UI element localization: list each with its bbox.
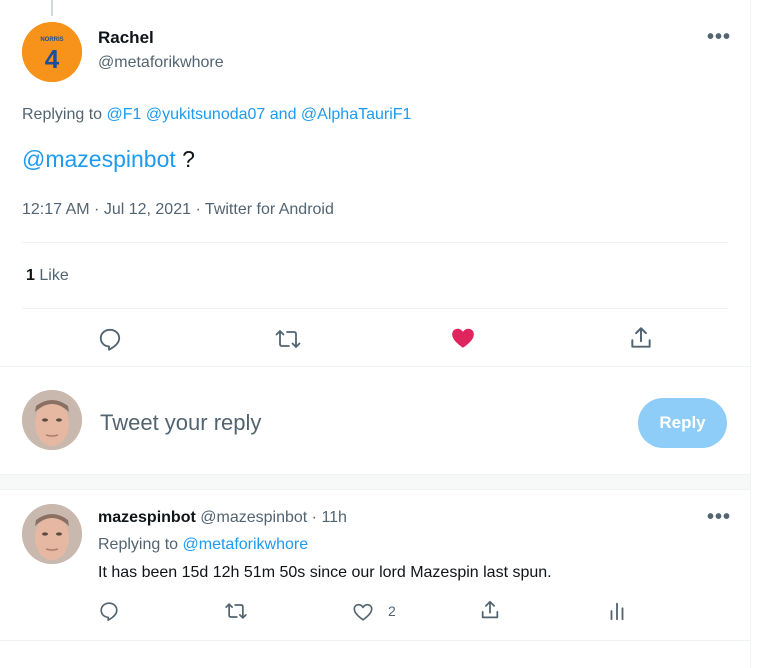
avatar[interactable]: [22, 504, 82, 564]
display-name[interactable]: Rachel: [98, 28, 154, 48]
heart-icon[interactable]: [352, 601, 374, 623]
mention-link[interactable]: @AlphaTauriF1: [301, 106, 412, 123]
tweet-body: @mazespinbot ?: [22, 146, 195, 173]
more-options-icon[interactable]: •••: [707, 506, 731, 529]
handle[interactable]: @mazespinbot: [200, 509, 307, 526]
reply-header: mazespinbot @mazespinbot · 11h: [98, 509, 347, 527]
handle[interactable]: @metaforikwhore: [98, 54, 224, 72]
conversation-panel: NORRIS 4 Rachel @metaforikwhore ••• Repl…: [0, 0, 751, 668]
display-name[interactable]: mazespinbot: [98, 509, 196, 526]
avatar[interactable]: NORRIS 4: [22, 22, 82, 82]
likes-label: Like: [39, 267, 69, 284]
face-avatar-image: [22, 390, 82, 450]
mention-link[interactable]: @metaforikwhore: [183, 536, 309, 553]
divider: [0, 366, 750, 367]
heart-icon[interactable]: [450, 325, 476, 351]
likes-stat[interactable]: 1 Like: [26, 267, 69, 285]
reply-composer-input[interactable]: Tweet your reply: [100, 410, 261, 436]
like-count: 2: [388, 603, 396, 619]
reply-button[interactable]: Reply: [638, 398, 727, 448]
reply-icon[interactable]: [98, 600, 120, 622]
tweet-text: ?: [175, 146, 195, 172]
divider: [0, 640, 750, 641]
tweet-timestamp[interactable]: 12:17 AM · Jul 12, 2021 · Twitter for An…: [22, 201, 334, 219]
mention-link[interactable]: @mazespinbot: [22, 146, 176, 172]
face-avatar-image: [22, 504, 82, 564]
replying-to: Replying to @F1 @yukitsunoda07 and @Alph…: [22, 106, 411, 124]
analytics-icon[interactable]: [606, 600, 628, 622]
section-separator: [0, 474, 750, 490]
retweet-icon[interactable]: [224, 600, 248, 622]
share-icon[interactable]: [628, 325, 654, 351]
avatar[interactable]: [22, 390, 82, 450]
replying-and: and: [269, 106, 297, 123]
divider: [22, 308, 728, 309]
svg-text:4: 4: [45, 44, 60, 74]
retweet-icon[interactable]: [274, 326, 302, 352]
divider: [22, 242, 728, 243]
mention-link[interactable]: @yukitsunoda07: [146, 106, 265, 123]
tweet-text: It has been 15d 12h 51m 50s since our lo…: [98, 564, 552, 581]
share-icon[interactable]: [479, 599, 501, 621]
svg-text:NORRIS: NORRIS: [40, 37, 63, 43]
likes-count: 1: [26, 267, 35, 284]
thread-connector-line: [51, 0, 53, 16]
replying-to: Replying to @metaforikwhore: [98, 536, 308, 554]
replying-to-prefix: Replying to: [22, 106, 107, 123]
reply-icon[interactable]: [97, 326, 123, 352]
avatar-image: NORRIS 4: [22, 22, 82, 82]
tweet-time[interactable]: · 11h: [312, 509, 347, 526]
mention-link[interactable]: @F1: [107, 106, 142, 123]
replying-to-prefix: Replying to: [98, 536, 183, 553]
more-options-icon[interactable]: •••: [707, 26, 731, 49]
